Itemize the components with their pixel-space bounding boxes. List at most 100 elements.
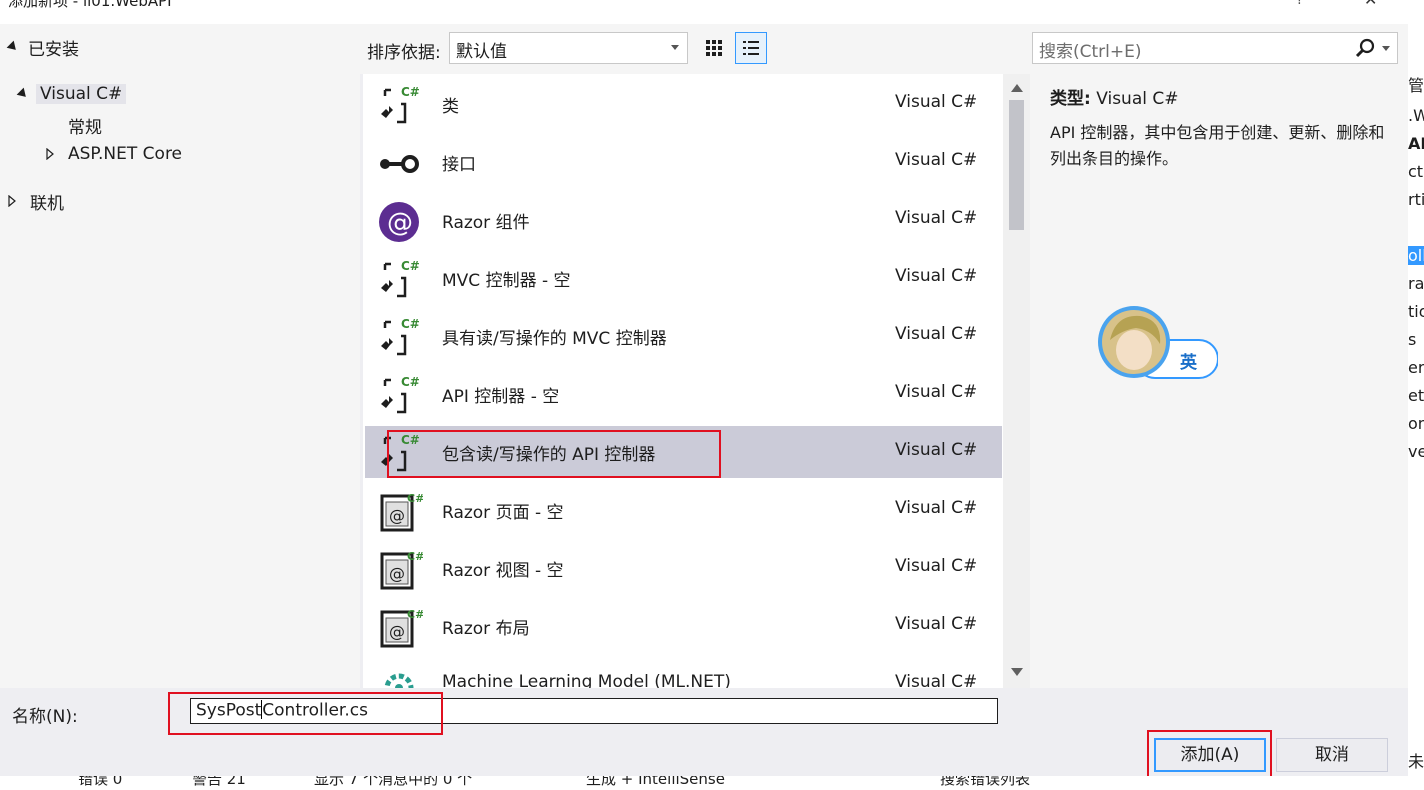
template-name: 接口 <box>442 155 476 175</box>
template-item[interactable]: @ Razor 组件 Visual C# <box>365 194 1002 246</box>
template-name: MVC 控制器 - 空 <box>442 271 571 291</box>
cancel-button[interactable]: 取消 <box>1276 738 1388 772</box>
bg-text-fragment: 警告 21 <box>192 776 246 788</box>
bg-text-fragment: 生成 + IntelliSense <box>586 776 725 788</box>
template-item[interactable]: @ C# Razor 布局 Visual C# <box>365 600 1002 652</box>
bg-text-fragment: .W <box>1408 106 1424 125</box>
controller-icon: C# <box>381 375 420 414</box>
expanded-arrow-icon <box>16 87 30 101</box>
grid-view-icon <box>706 40 722 56</box>
template-list-scrollbar[interactable] <box>1003 74 1030 688</box>
search-options-chevron-icon[interactable] <box>1382 46 1390 51</box>
tree-item-aspnet-core[interactable]: ASP.NET Core <box>46 141 182 167</box>
tree-item-online[interactable]: 联机 <box>8 188 64 214</box>
razor-page-icon: @ C# <box>380 550 423 590</box>
bg-text-fragment: 错误 0 <box>78 776 123 788</box>
bg-text-fragment: s <box>1408 330 1417 349</box>
template-name: Razor 组件 <box>442 213 530 233</box>
bg-text-fragment: om <box>1408 414 1424 433</box>
bg-text-fragment: rtic <box>1408 190 1424 209</box>
dialog-title: 添加新项 - ll01.WebAPI <box>8 0 172 10</box>
file-name-label: 名称(N): <box>12 707 78 727</box>
type-line: 类型: Visual C# <box>1050 84 1179 109</box>
template-toolbar: 排序依据: 默认值 <box>360 24 1030 74</box>
bg-text-fragment: rat <box>1408 274 1424 293</box>
tree-item-label: 常规 <box>68 117 102 138</box>
template-list: C# 类 Visual C# 接口 Visual C# @ Razor 组件 V… <box>363 74 1030 688</box>
bg-text-fragment: ver <box>1408 442 1424 461</box>
svg-text:C#: C# <box>407 492 423 505</box>
template-language: Visual C# <box>895 266 978 286</box>
controller-icon: C# <box>381 259 420 298</box>
tree-item-label: 联机 <box>30 193 64 214</box>
type-value: Visual C# <box>1096 89 1179 109</box>
template-item[interactable]: @ C# Razor 视图 - 空 Visual C# <box>365 542 1002 594</box>
ime-avatar-icon <box>1098 306 1219 379</box>
template-language: Visual C# <box>895 92 978 112</box>
template-item[interactable]: C# API 控制器 - 空 Visual C# <box>365 368 1002 420</box>
template-item[interactable]: 接口 Visual C# <box>365 136 1002 188</box>
template-item[interactable]: C# 具有读/写操作的 MVC 控制器 Visual C# <box>365 310 1002 362</box>
template-name: Machine Learning Model (ML.NET) <box>442 672 731 688</box>
svg-text:@: @ <box>387 208 413 238</box>
search-input[interactable]: 搜索(Ctrl+E) <box>1032 32 1398 64</box>
sort-label: 排序依据: <box>367 43 441 63</box>
ml-model-icon <box>384 673 414 688</box>
expanded-arrow-icon <box>6 40 20 54</box>
grid-view-button[interactable] <box>698 32 730 64</box>
template-language: Visual C# <box>895 556 978 576</box>
details-panel: 搜索(Ctrl+E) 类型: Visual C# API 控制器，其中包含用于创… <box>1030 24 1408 688</box>
background-ide-strip: 管理 .W AI ctc rtic olle rat tion s ersic … <box>1408 0 1424 790</box>
template-name: 具有读/写操作的 MVC 控制器 <box>442 329 667 349</box>
bg-text-fragment: ersic <box>1408 358 1424 377</box>
svg-text:C#: C# <box>407 608 423 621</box>
tree-item-visual-csharp[interactable]: Visual C# <box>16 81 127 107</box>
tree-item-installed[interactable]: 已安装 <box>6 34 79 60</box>
bg-text-fragment: 未启 <box>1408 752 1424 771</box>
svg-text:C#: C# <box>401 85 420 99</box>
list-view-button[interactable] <box>735 32 767 64</box>
bg-text-fragment: tion <box>1408 302 1424 321</box>
template-name: 类 <box>442 97 459 117</box>
bg-text-fragment: AI <box>1408 134 1424 153</box>
template-language: Visual C# <box>895 498 978 518</box>
bg-text-fragment: 管理 <box>1408 76 1424 95</box>
template-item[interactable]: C# MVC 控制器 - 空 Visual C# <box>365 252 1002 304</box>
scrollbar-thumb[interactable] <box>1009 100 1024 230</box>
tree-item-label: ASP.NET Core <box>68 144 183 164</box>
close-button[interactable]: ✕ <box>1364 0 1377 9</box>
search-placeholder: 搜索(Ctrl+E) <box>1039 42 1142 62</box>
template-language: Visual C# <box>895 324 978 344</box>
background-error-list-bar: 错误 0 警告 21 显示 7 个消息中的 0 个 生成 + IntelliSe… <box>0 776 1408 790</box>
chevron-down-icon <box>671 45 679 50</box>
bg-text-fragment: ctc <box>1408 162 1424 181</box>
ime-avatar-widget[interactable]: 英 <box>1096 304 1219 380</box>
svg-text:@: @ <box>389 622 405 641</box>
help-button[interactable]: ? <box>1296 0 1303 8</box>
annotation-box-name <box>168 692 443 735</box>
tree-item-label: Visual C# <box>36 84 127 104</box>
razor-component-icon: @ <box>379 202 419 242</box>
class-icon: C# <box>381 85 420 124</box>
ime-mode-label: 英 <box>1180 353 1197 373</box>
annotation-box-template <box>387 430 721 478</box>
svg-text:C#: C# <box>401 259 420 273</box>
type-label: 类型: <box>1050 89 1091 109</box>
scroll-down-arrow-icon[interactable] <box>1011 668 1023 676</box>
template-item[interactable]: @ C# Razor 页面 - 空 Visual C# <box>365 484 1002 536</box>
title-bar: 添加新项 - ll01.WebAPI ? ✕ <box>0 0 1408 24</box>
interface-icon <box>380 155 419 173</box>
add-new-item-dialog: 添加新项 - ll01.WebAPI ? ✕ 已安装 Visual C# 常规 … <box>0 0 1424 790</box>
sort-dropdown[interactable]: 默认值 <box>449 32 688 64</box>
tree-item-general[interactable]: 常规 <box>68 112 102 138</box>
scroll-up-arrow-icon[interactable] <box>1011 84 1023 92</box>
template-item[interactable]: C# 类 Visual C# <box>365 78 1002 130</box>
bg-text-fragment: 搜索错误列表 <box>940 776 1031 788</box>
collapsed-arrow-icon <box>8 195 16 207</box>
template-item[interactable]: Machine Learning Model (ML.NET) Visual C… <box>365 658 1002 688</box>
bg-text-fragment: 显示 7 个消息中的 0 个 <box>314 776 473 788</box>
svg-text:C#: C# <box>401 375 420 389</box>
svg-text:@: @ <box>389 564 405 583</box>
template-language: Visual C# <box>895 614 978 634</box>
template-name: Razor 页面 - 空 <box>442 503 564 523</box>
